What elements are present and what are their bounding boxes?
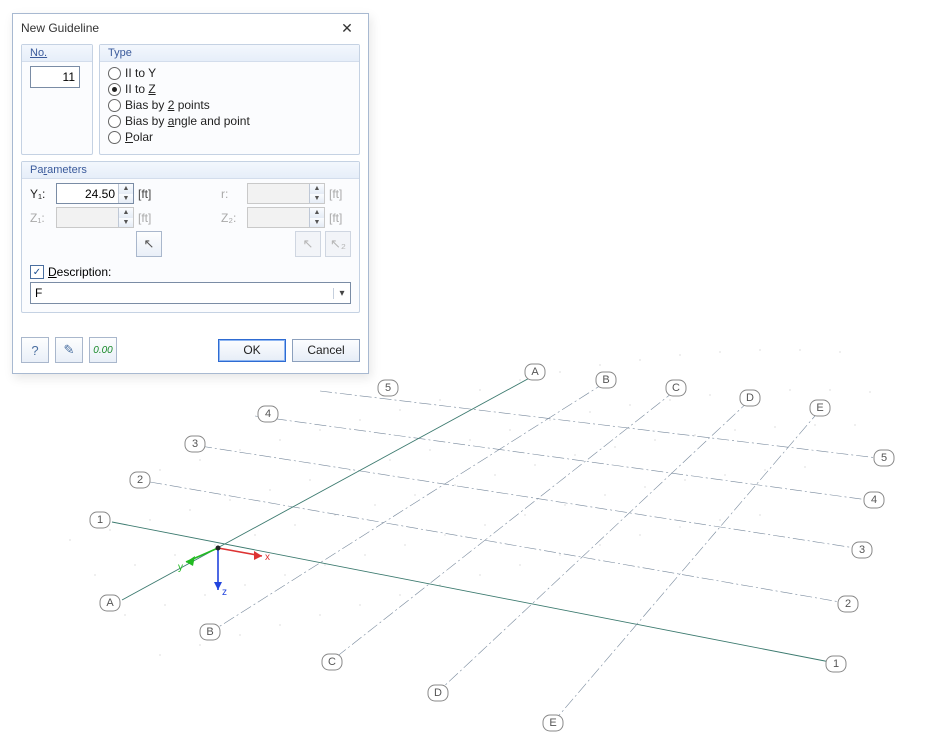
y1-label: Y₁: <box>30 187 52 201</box>
edit-button[interactable]: ✎ <box>55 337 83 363</box>
dialog-title: New Guideline <box>21 21 99 35</box>
grid-labels-letters-top: A B C D E <box>525 364 830 416</box>
close-icon[interactable]: ✕ <box>332 20 362 37</box>
chevron-down-icon: ▾ <box>333 288 350 299</box>
r-input: ▲▼ <box>247 183 325 204</box>
svg-text:D: D <box>746 392 754 404</box>
svg-text:y: y <box>178 562 183 573</box>
svg-text:5: 5 <box>385 382 391 394</box>
svg-text:2: 2 <box>137 474 143 486</box>
svg-text:3: 3 <box>859 544 865 556</box>
svg-text:3: 3 <box>192 438 198 450</box>
no-input[interactable] <box>30 66 80 88</box>
pick-point-2-button: ↖ <box>295 231 321 257</box>
cancel-button[interactable]: Cancel <box>292 339 360 362</box>
help-button[interactable]: ? <box>21 337 49 363</box>
radio-parallel-y[interactable]: II to II to YY <box>108 66 351 80</box>
y1-unit: [ft] <box>138 187 160 201</box>
description-checkbox[interactable]: ✓ <box>30 265 44 279</box>
group-no-head: No. <box>30 47 47 59</box>
dialog-titlebar[interactable]: New Guideline ✕ <box>13 14 368 40</box>
description-combo[interactable]: F ▾ <box>30 282 351 304</box>
units-button[interactable]: 0.00 <box>89 337 117 363</box>
group-parameters: Parameters Y₁: ▲▼ [ft] r: ▲▼ [ft] Z₁: <box>21 161 360 313</box>
svg-text:4: 4 <box>265 408 271 420</box>
svg-text:B: B <box>206 626 213 638</box>
ok-button[interactable]: OK <box>218 339 286 362</box>
svg-text:C: C <box>672 382 680 394</box>
svg-text:1: 1 <box>833 658 839 670</box>
cursor-icon: ↖ <box>144 236 155 252</box>
radio-parallel-z[interactable]: II to Z <box>108 82 351 96</box>
y1-input[interactable]: ▲▼ <box>56 183 134 204</box>
grid-lines-letters <box>122 375 820 720</box>
svg-text:E: E <box>549 717 556 729</box>
new-guideline-dialog: New Guideline ✕ No. Type II to II to YY … <box>12 13 369 374</box>
cursor-icon: ↖ <box>303 236 314 252</box>
origin-axes: x y z <box>178 546 270 599</box>
svg-text:C: C <box>328 656 336 668</box>
svg-text:4: 4 <box>871 494 877 506</box>
svg-text:B: B <box>602 374 609 386</box>
z1-input: ▲▼ <box>56 207 134 228</box>
svg-text:A: A <box>106 597 114 609</box>
radio-polar[interactable]: Polar <box>108 130 351 144</box>
help-icon: ? <box>31 343 38 358</box>
grid-labels-numbers-left: 1 2 3 4 5 <box>90 380 398 528</box>
group-type: Type II to II to YY II to Z Bias by 2 po… <box>99 44 360 155</box>
radio-bias-angle-point[interactable]: Bias by angle and point <box>108 114 351 128</box>
svg-text:D: D <box>434 687 442 699</box>
group-no: No. <box>21 44 93 155</box>
r-label: r: <box>221 187 243 201</box>
grid-lines-numbers <box>112 391 878 662</box>
z1-label: Z₁: <box>30 211 52 225</box>
cursor-icon: ↖₂ <box>330 236 346 252</box>
svg-text:z: z <box>222 587 227 598</box>
group-type-head: Type <box>100 45 359 62</box>
svg-text:x: x <box>265 552 270 563</box>
grid-labels-numbers-right: 1 2 3 4 5 <box>826 450 894 672</box>
z2-input: ▲▼ <box>247 207 325 228</box>
grid-labels-letters-bottom: A B C D E <box>100 595 563 731</box>
pencil-icon: ✎ <box>64 342 75 358</box>
pick-point-1-button[interactable]: ↖ <box>136 231 162 257</box>
bg-dot-grid <box>69 349 870 655</box>
svg-text:1: 1 <box>97 514 103 526</box>
pick-point-3-button: ↖₂ <box>325 231 351 257</box>
svg-text:5: 5 <box>881 452 887 464</box>
svg-text:E: E <box>816 402 823 414</box>
precision-icon: 0.00 <box>93 345 112 356</box>
svg-text:2: 2 <box>845 598 851 610</box>
z2-label: Z₂: <box>221 211 243 225</box>
radio-bias-2-points[interactable]: Bias by 2 points <box>108 98 351 112</box>
svg-text:A: A <box>531 366 539 378</box>
